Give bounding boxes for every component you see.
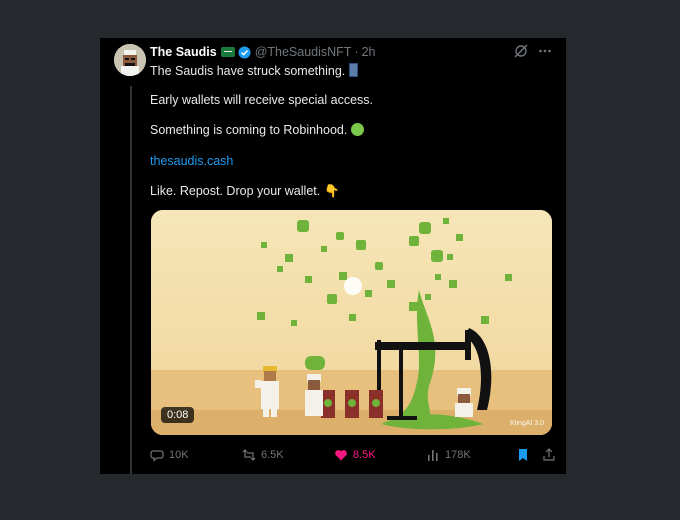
tweet-text-line-2: Early wallets will receive special acces… xyxy=(150,93,373,107)
share-icon[interactable] xyxy=(542,448,556,462)
verified-badge-icon xyxy=(238,45,251,59)
reply-button[interactable]: 10K xyxy=(150,448,242,462)
repost-count: 6.5K xyxy=(261,449,284,461)
like-button[interactable]: 8.5K xyxy=(334,448,426,462)
tweet-text-line-1: The Saudis have struck something. xyxy=(150,63,359,78)
thread-line xyxy=(130,86,132,474)
avatar-image xyxy=(114,44,146,76)
tweet-text-line-5: Like. Repost. Drop your wallet. 👇 xyxy=(150,184,340,199)
tweet-text-1: The Saudis have struck something. xyxy=(150,64,346,78)
reply-count: 10K xyxy=(169,449,189,461)
saudi-flag-icon xyxy=(220,47,235,57)
tweet-text-5: Like. Repost. Drop your wallet. xyxy=(150,184,321,198)
views-button[interactable]: 178K xyxy=(426,448,516,462)
secondary-actions xyxy=(516,448,556,462)
like-count: 8.5K xyxy=(353,449,376,461)
reply-icon xyxy=(150,450,164,462)
header-actions xyxy=(514,44,552,58)
tweet-card[interactable]: The Saudis @TheSaudisNFT · 2h The Saudis… xyxy=(100,38,566,474)
grok-icon[interactable] xyxy=(514,44,528,58)
tweet-actions: 10K 6.5K 8.5K 178K xyxy=(150,445,556,465)
document-emoji-icon xyxy=(349,63,359,77)
display-name[interactable]: The Saudis xyxy=(150,45,217,59)
repost-button[interactable]: 6.5K xyxy=(242,448,334,462)
tweet-text-line-3: Something is coming to Robinhood. xyxy=(150,123,365,137)
video-watermark: KlingAI 3.0 xyxy=(510,420,544,427)
pointing-down-emoji-icon: 👇 xyxy=(324,184,340,198)
tweet-text-2: Early wallets will receive special acces… xyxy=(150,93,373,107)
avatar[interactable] xyxy=(114,44,146,76)
video-player[interactable]: 0:08 KlingAI 3.0 xyxy=(151,210,552,435)
video-duration: 0:08 xyxy=(161,407,195,423)
repost-icon xyxy=(242,449,256,461)
timestamp[interactable]: 2h xyxy=(362,45,376,59)
green-circle-emoji-icon xyxy=(351,123,365,136)
handle[interactable]: @TheSaudisNFT xyxy=(255,45,352,59)
more-options-icon[interactable] xyxy=(538,44,552,58)
video-frame xyxy=(151,210,552,435)
bookmark-icon[interactable] xyxy=(516,448,530,462)
separator-dot: · xyxy=(354,45,359,59)
tweet-header: The Saudis @TheSaudisNFT · 2h xyxy=(150,45,376,59)
tweet-link[interactable]: thesaudis.cash xyxy=(150,154,233,168)
heart-icon xyxy=(335,450,347,461)
view-count: 178K xyxy=(445,449,471,461)
views-chart-icon xyxy=(428,450,438,461)
tweet-text-3: Something is coming to Robinhood. xyxy=(150,123,348,137)
